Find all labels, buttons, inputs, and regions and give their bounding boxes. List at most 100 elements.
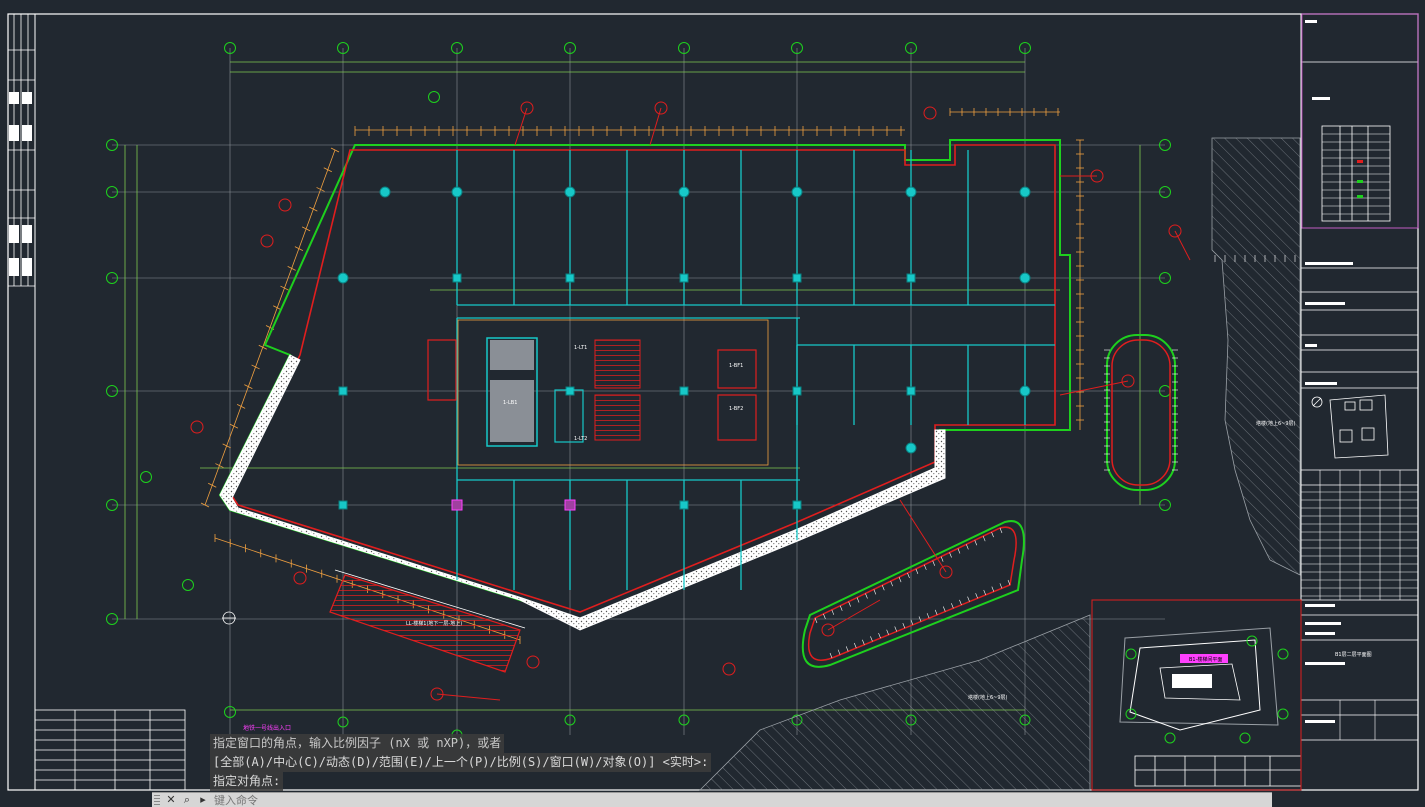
ramp-tick (951, 603, 954, 609)
callout-leader (827, 599, 881, 631)
column-square (452, 273, 462, 283)
planter-oval-2 (801, 520, 1025, 668)
command-input[interactable] (210, 793, 1272, 807)
column-round (564, 186, 576, 198)
planter-oval-1 (1106, 334, 1176, 491)
ramp-tick (831, 609, 835, 615)
ramp-tick (932, 560, 936, 566)
callout-bubble (722, 662, 736, 676)
ramp-tick (983, 589, 987, 596)
ramp-tick (890, 581, 893, 587)
column-square (565, 386, 575, 396)
ramp-tick (870, 636, 873, 642)
callout-bubble (293, 571, 307, 585)
tb-legend-swatch (1357, 180, 1363, 183)
ramp-tick (974, 540, 978, 546)
tb-text-line (1305, 622, 1341, 625)
core (427, 319, 769, 466)
command-history-line-3: 指定对角点: (210, 772, 284, 791)
grip-handle-icon[interactable] (154, 795, 160, 805)
tb-text-line (1305, 262, 1353, 265)
side-label: 塔楼(地上6~9层) (1256, 420, 1296, 427)
hatched-area-bottom (699, 614, 1091, 791)
magenta-note: 地铁一号线出入口 (243, 724, 291, 732)
column-round (1019, 272, 1031, 284)
column-square (338, 500, 348, 510)
close-icon[interactable]: ✕ (164, 793, 178, 807)
ramp-tick (940, 556, 944, 562)
column-round (1019, 186, 1031, 198)
column-round (379, 186, 391, 198)
search-icon[interactable]: ⌕ (180, 793, 194, 807)
tb-legend-swatch (1357, 160, 1363, 163)
tb-text-line (1305, 632, 1335, 635)
column-square (792, 500, 802, 510)
ramp-tick (886, 629, 889, 635)
ramp-tick (837, 649, 841, 655)
title-block-table (1301, 133, 1418, 740)
strip-text-block (9, 125, 19, 141)
stair-label: LL-楼梯1(地下一层-地上) (406, 620, 462, 627)
command-history: 指定窗口的角点，输入比例因子 (nX 或 nXP)，或者 [全部(A)/中心(C… (210, 734, 712, 791)
key-plan-label: B1-楼梯间平面 (1189, 656, 1222, 663)
ramp-tick (902, 623, 906, 629)
ramp-tick (949, 552, 952, 558)
ramp-tick (934, 609, 938, 615)
column-square (906, 273, 916, 283)
column-square (679, 500, 689, 510)
ramp-tick (839, 605, 843, 611)
ramp-tick (926, 613, 930, 619)
ramp-tick (957, 548, 961, 554)
callout-leader (1174, 230, 1191, 261)
column-square (338, 386, 348, 396)
callout-bubble (278, 198, 292, 212)
callout-leader (436, 693, 501, 701)
ramp-tick (881, 585, 885, 591)
callout-bubble (526, 655, 540, 669)
column-round (905, 442, 917, 454)
strip-text-block (22, 225, 32, 243)
column-round (1019, 385, 1031, 397)
tb-legend-swatch (1357, 195, 1363, 198)
ramp-tick (862, 639, 865, 645)
strip-text-block (22, 258, 32, 276)
room-label-2: 1-LB1 (503, 400, 517, 406)
tb-text-line (1305, 604, 1335, 607)
left-strip-text (9, 92, 32, 276)
callout-leader (514, 107, 528, 146)
title-text: B1层二层平面图 (1335, 652, 1372, 658)
command-prompt-icon[interactable]: ▸ (196, 793, 210, 807)
tb-text-line (1305, 382, 1337, 385)
room-label-3: 1-LT2 (574, 436, 587, 442)
column-round (451, 186, 463, 198)
column-round (678, 186, 690, 198)
column-square (906, 386, 916, 396)
dim-line-slant (204, 149, 336, 506)
ramp-tick (823, 613, 826, 620)
ramp-tick (829, 652, 833, 659)
tb-text-line (1312, 97, 1330, 100)
ramp-tick (865, 593, 868, 599)
callout-bubble (260, 234, 274, 248)
ramp-tick (856, 597, 860, 603)
ramp-tick (966, 544, 969, 550)
structural-grid (112, 48, 1165, 735)
cad-viewport[interactable]: LL-楼梯1(地下一层-地上) 1-LT1 1-LB1 1-LT2 1-BF1 … (0, 0, 1425, 806)
axis-bubble (182, 579, 194, 591)
room-label-5: 1-BF2 (729, 406, 743, 412)
ramp-tick (853, 642, 857, 649)
tb-text-line (1305, 20, 1317, 23)
column-round (905, 186, 917, 198)
room-label-4: 1-BF1 (729, 363, 743, 369)
column-square (679, 386, 689, 396)
tb-text-line (1305, 302, 1345, 305)
ramp-tick (999, 527, 1003, 534)
command-line[interactable]: ✕ ⌕ ▸ (152, 792, 1272, 807)
left-strip (8, 14, 35, 287)
ramp-tick (873, 589, 877, 595)
ramp-tick (894, 626, 898, 632)
drawing-canvas[interactable]: LL-楼梯1(地下一层-地上) 1-LT1 1-LB1 1-LT2 1-BF1 … (0, 0, 1425, 806)
title-block-text (1305, 20, 1363, 723)
ramp-tick (982, 536, 986, 542)
revision-table (34, 709, 186, 791)
